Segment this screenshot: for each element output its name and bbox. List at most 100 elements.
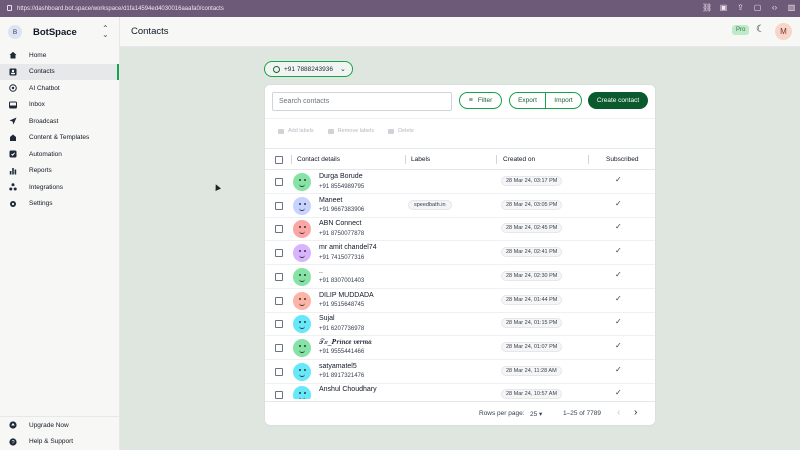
add-labels-button[interactable]: Add labels — [278, 128, 314, 134]
sidebar-item-content-templates[interactable]: Content & Templates — [0, 130, 119, 147]
link-icon[interactable]: ⛓ — [702, 3, 712, 12]
created-date-chip: 28 Mar 24, 03:05 PM — [501, 199, 563, 210]
search-input[interactable]: Search contacts — [272, 92, 452, 111]
table-row[interactable]: DILIP MUDDADA +91 9515648745 28 Mar 24, 01… — [265, 289, 655, 313]
sidebar-item-contacts[interactable]: Contacts — [0, 63, 119, 80]
lock-icon — [7, 5, 12, 11]
sidebar-item-ai-chatbot[interactable]: AI Chatbot — [0, 80, 119, 97]
row-checkbox[interactable] — [275, 296, 283, 305]
check-icon: ✓ — [615, 388, 622, 398]
check-icon: ✓ — [615, 175, 622, 184]
address-bar[interactable]: https://dashboard.bot.space/workspace/d1… — [17, 6, 224, 12]
sidebar-item-automation[interactable]: Automation — [0, 146, 119, 163]
filter-button[interactable]: ≡ Filter — [459, 92, 502, 109]
select-all-checkbox[interactable] — [275, 156, 283, 164]
table-row[interactable]: 𝒯𝓍_𝑷𝒓𝒊𝒏𝒄𝒆 𝒗𝒆𝒓𝒎𝒂 +91 9555441466 28 Mar 24, … — [265, 336, 655, 360]
delete-button[interactable]: Delete — [388, 128, 414, 134]
avatar — [293, 338, 311, 357]
share-icon[interactable]: ⇪ — [736, 3, 745, 12]
row-checkbox[interactable] — [275, 391, 283, 399]
check-icon: ✓ — [615, 269, 622, 279]
row-checkbox[interactable] — [275, 178, 283, 186]
sidebar-toggle-icon[interactable]: ▥ — [787, 3, 796, 12]
sidebar-item-settings[interactable]: Settings — [0, 196, 119, 213]
table-row[interactable]: Durga Borude +91 8554989795 28 Mar 24, 03:… — [265, 170, 655, 194]
created-date-chip: 28 Mar 24, 01:15 PM — [501, 318, 563, 329]
upgrade-icon — [9, 421, 17, 429]
table-row[interactable]: .. +91 8307001403 28 Mar 24, 02:30 PM ✓ — [265, 265, 655, 289]
row-checkbox[interactable] — [275, 201, 283, 210]
dark-mode-icon[interactable]: ☾ — [756, 24, 765, 35]
contact-name[interactable]: Sujal — [319, 315, 335, 322]
sidebar-item-label: Settings — [29, 200, 53, 208]
workspace-switcher[interactable]: B BotSpace ⌃ ⌄ — [0, 17, 119, 47]
created-date-chip: 28 Mar 24, 03:17 PM — [501, 176, 563, 186]
sidebar-item-reports[interactable]: Reports — [0, 163, 119, 180]
column-created-on[interactable]: Created on — [503, 156, 535, 163]
column-subscribed[interactable]: Subscribed — [606, 156, 639, 163]
reports-icon — [9, 167, 17, 175]
column-contact-details[interactable]: Contact details — [297, 156, 340, 163]
sidebar-item-label: Upgrade Now — [29, 421, 69, 429]
pagination: Rows per page: 25 ▾ 1–25 of 7789 ‹ › — [265, 401, 655, 425]
row-checkbox[interactable] — [275, 249, 283, 258]
contact-name[interactable]: 𝒯𝓍_𝑷𝒓𝒊𝒏𝒄𝒆 𝒗𝒆𝒓𝒎𝒂 — [319, 339, 372, 347]
rows-per-page-select[interactable]: 25 ▾ — [530, 410, 542, 418]
column-labels[interactable]: Labels — [411, 156, 430, 163]
contact-name[interactable]: Maneet — [319, 197, 342, 204]
contact-name[interactable]: .. — [319, 268, 323, 275]
label-chip[interactable]: speedbath.in — [408, 199, 452, 210]
created-date-chip: 28 Mar 24, 02:45 PM — [501, 223, 563, 234]
column-divider — [588, 155, 589, 164]
extensions-icon[interactable]: ▣ — [719, 3, 728, 12]
table-row[interactable]: mr amit chandel74 +91 7415077316 28 Mar 24… — [265, 241, 655, 266]
check-icon: ✓ — [615, 198, 622, 208]
code-icon[interactable]: ‹› — [770, 3, 779, 12]
check-icon: ✓ — [615, 293, 622, 303]
contact-name[interactable]: ABN Connect — [319, 220, 361, 227]
chevron-updown-icon[interactable]: ⌃ ⌄ — [102, 25, 109, 39]
sidebar-item-label: Reports — [29, 167, 52, 175]
chevron-right-icon[interactable]: › — [634, 407, 637, 418]
contact-name[interactable]: Anshul Choudhary — [319, 386, 377, 393]
row-checkbox[interactable] — [275, 343, 283, 352]
sidebar: B BotSpace ⌃⌄ Home Contacts AI Chatbot — [0, 17, 120, 450]
row-checkbox[interactable] — [275, 367, 283, 376]
export-button[interactable]: Export — [510, 93, 546, 108]
plan-badge: Pro — [732, 25, 750, 35]
user-avatar[interactable]: M — [775, 23, 792, 40]
contact-name[interactable]: satyamatel5 — [319, 363, 357, 370]
sidebar-nav: Home Contacts AI Chatbot Inbox Broadcast — [0, 47, 119, 212]
contact-name[interactable]: Durga Borude — [319, 173, 363, 180]
avatar — [293, 291, 311, 310]
sidebar-item-integrations[interactable]: Integrations — [0, 179, 119, 196]
table-row[interactable]: Maneet +91 9667383906 speedbath.in 28 Mar 2… — [265, 194, 655, 218]
add-labels-label: Add labels — [288, 128, 314, 134]
create-contact-button[interactable]: Create contact — [588, 92, 648, 109]
sidebar-item-label: Integrations — [29, 183, 63, 191]
sidebar-item-help[interactable]: ? Help & Support — [0, 434, 119, 450]
created-date-chip: 28 Mar 24, 11:28 AM — [501, 365, 562, 376]
row-checkbox[interactable] — [275, 225, 283, 234]
table-row[interactable]: ABN Connect +91 8750077878 28 Mar 24, 02:4… — [265, 217, 655, 242]
table-row[interactable]: satyamatel5 +91 8917321476 28 Mar 24, 11:2… — [265, 360, 655, 384]
contact-name[interactable]: mr amit chandel74 — [319, 244, 377, 251]
table-row[interactable]: Sujal +91 6207736978 28 Mar 24, 01:15 PM ✓ — [265, 312, 655, 337]
sidebar-item-upgrade[interactable]: Upgrade Now — [0, 417, 119, 434]
row-checkbox[interactable] — [275, 320, 283, 329]
table-header: Contact details Labels Created on Subscr… — [265, 148, 655, 170]
row-checkbox[interactable] — [275, 272, 283, 281]
remove-labels-button[interactable]: Remove labels — [327, 128, 374, 134]
sidebar-item-label: Home — [29, 51, 47, 59]
sidebar-item-label: Contacts — [29, 68, 55, 76]
table-row[interactable]: Anshul Choudhary 28 Mar 24, 10:57 AM ✓ — [265, 383, 655, 399]
contact-phone: +91 8917321476 — [319, 373, 365, 380]
chevron-left-icon[interactable]: ‹ — [617, 407, 620, 418]
sidebar-item-broadcast[interactable]: Broadcast — [0, 113, 119, 130]
contact-name[interactable]: DILIP MUDDADA — [319, 292, 374, 299]
sidebar-item-home[interactable]: Home — [0, 47, 119, 64]
phone-number-selector[interactable]: +91 7888243936 ⌄ — [264, 61, 353, 77]
tabs-icon[interactable]: ▢ — [753, 3, 762, 12]
sidebar-item-inbox[interactable]: Inbox — [0, 97, 119, 114]
import-button[interactable]: Import — [546, 93, 581, 108]
